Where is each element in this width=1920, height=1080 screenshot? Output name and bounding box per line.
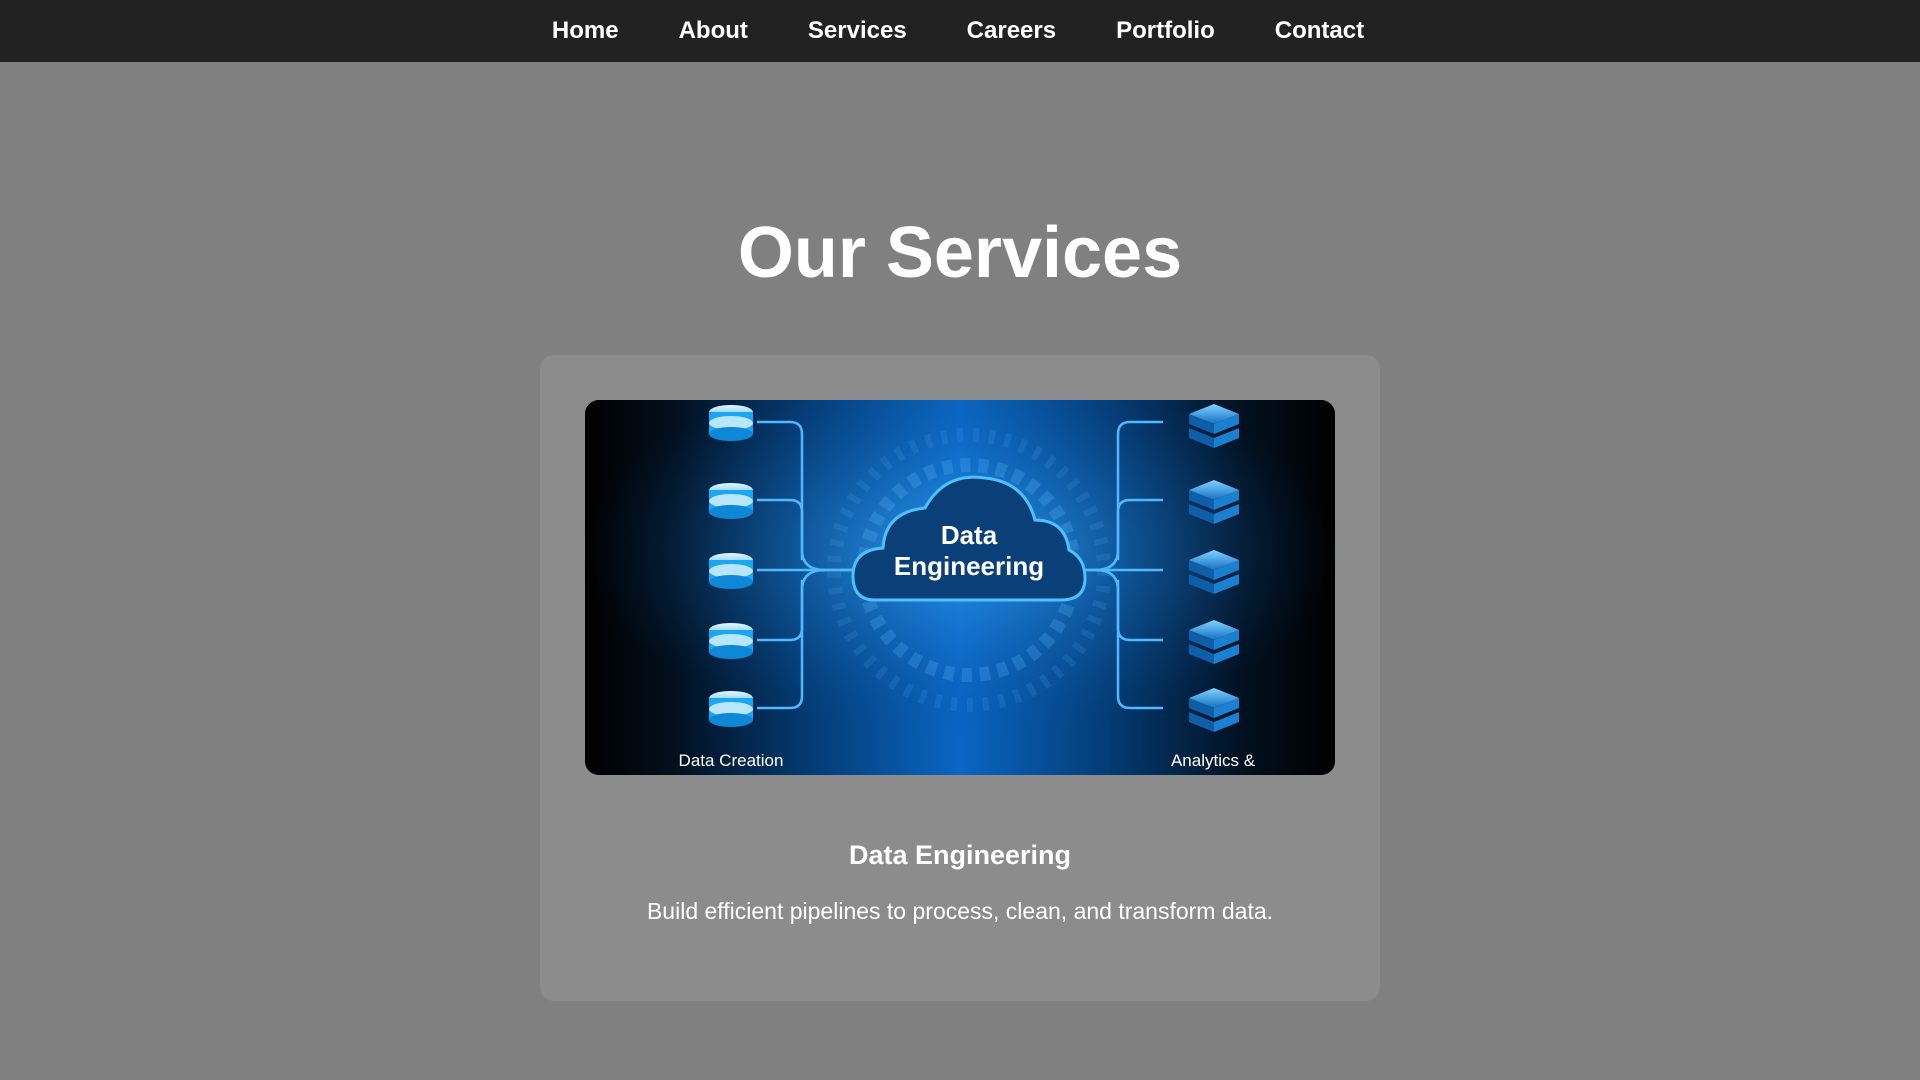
- data-creation-caption: Data Creation: [679, 751, 784, 770]
- data-engineering-illustration: Data Engineering Data Creation Analytics…: [585, 400, 1335, 775]
- nav-link-portfolio[interactable]: Portfolio: [1086, 0, 1245, 62]
- service-card: Data Engineering Data Creation Analytics…: [540, 355, 1380, 1001]
- nav-link-careers[interactable]: Careers: [937, 0, 1086, 62]
- page-title: Our Services: [737, 213, 1183, 293]
- cloud-label-line2: Engineering: [894, 551, 1044, 581]
- nav-item-careers: Careers: [937, 0, 1086, 62]
- nav-link-about[interactable]: About: [649, 0, 778, 62]
- nav-link-home[interactable]: Home: [522, 0, 649, 62]
- nav-link-contact[interactable]: Contact: [1245, 0, 1394, 62]
- nav-item-home: Home: [522, 0, 649, 62]
- cloud-label-line1: Data: [941, 520, 998, 550]
- nav-menu: Home About Services Careers Portfolio Co…: [522, 0, 1394, 62]
- nav-item-services: Services: [778, 0, 937, 62]
- service-description: Build efficient pipelines to process, cl…: [646, 898, 1274, 924]
- nav-link-services[interactable]: Services: [778, 0, 937, 62]
- nav-item-about: About: [649, 0, 778, 62]
- nav-item-contact: Contact: [1245, 0, 1394, 62]
- analytics-caption: Analytics &: [1171, 751, 1256, 770]
- nav-item-portfolio: Portfolio: [1086, 0, 1245, 62]
- service-title: Data Engineering: [848, 840, 1072, 870]
- top-navbar: Home About Services Careers Portfolio Co…: [0, 0, 1920, 62]
- service-image: Data Engineering Data Creation Analytics…: [585, 400, 1335, 775]
